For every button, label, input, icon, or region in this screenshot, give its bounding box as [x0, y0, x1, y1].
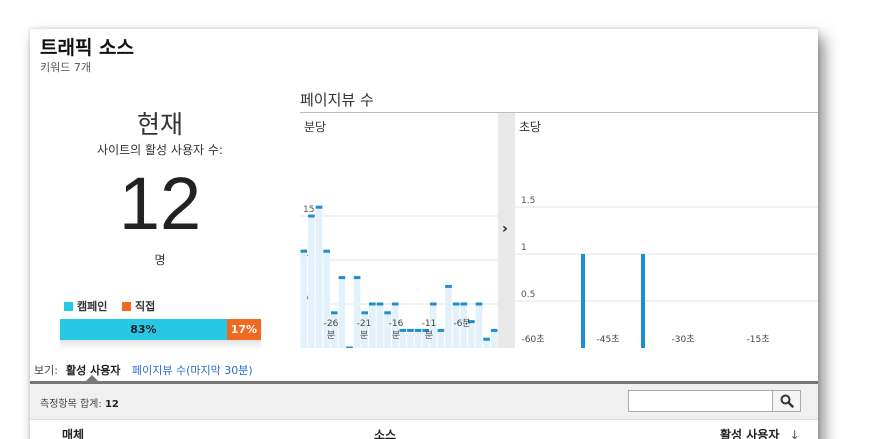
- minute-bar: [399, 328, 407, 332]
- minute-bar: [445, 284, 452, 288]
- column-header-medium[interactable]: 매체: [62, 426, 84, 439]
- metric-summary-bar: 측정항목 합계: 12: [30, 384, 818, 420]
- now-label: 현재: [136, 110, 183, 139]
- minute-bar: [490, 328, 498, 332]
- minute-bar: [323, 249, 330, 253]
- active-users-count: 12: [118, 162, 202, 245]
- minute-bar: [353, 276, 361, 280]
- minute-bar-fill: [308, 216, 315, 348]
- pageviews-title: 페이지뷰 수: [300, 91, 374, 109]
- source-share-bar: 83% 17%: [60, 319, 261, 340]
- column-header-active-users-label: 활성 사용자: [720, 428, 780, 439]
- minute-x-tick: 분: [392, 330, 400, 341]
- minute-bar: [346, 346, 353, 348]
- minute-bar-fill: [338, 277, 346, 348]
- legend-direct: 직접: [122, 298, 155, 314]
- minute-bar: [429, 302, 437, 306]
- minute-bar: [308, 214, 315, 218]
- minute-bar-fill: [300, 251, 308, 348]
- second-bar: [581, 254, 585, 348]
- column-header-source[interactable]: 소스: [374, 426, 396, 439]
- traffic-sources-card: 트래픽 소스 키워드 7개 현재 사이트의 활성 사용자 수: 12 명 캠페인…: [30, 29, 818, 439]
- legend-swatch-campaign: [64, 301, 73, 311]
- page-title: 트래픽 소스: [40, 37, 135, 59]
- minute-bar-fill: [475, 304, 483, 348]
- metric-total-label: 측정항목 합계:: [40, 399, 102, 410]
- minute-bar: [369, 302, 376, 306]
- minute-x-tick: 분: [360, 330, 368, 341]
- legend-campaign: 캠페인: [64, 298, 107, 314]
- column-header-active-users[interactable]: 활성 사용자 ↓: [720, 426, 800, 439]
- tab-pageviews[interactable]: 페이지뷰 수(마지막 30분): [132, 362, 253, 378]
- minute-y-tick: 15: [303, 205, 314, 215]
- active-users-desc: 사이트의 활성 사용자 수:: [97, 143, 223, 157]
- second-x-tick: -60초: [522, 334, 545, 345]
- minute-x-tick: 분: [425, 330, 433, 341]
- minute-bar: [437, 328, 445, 332]
- legend-label-campaign: 캠페인: [77, 300, 108, 313]
- minute-bar: [338, 276, 346, 280]
- search-input[interactable]: [628, 390, 773, 412]
- minute-bar: [300, 249, 308, 253]
- minute-x-tick: -6분: [453, 318, 470, 329]
- per-second-chart-panel: 초당 1.5 1 0.5 -60초 -45초 -30초 -15초: [515, 113, 818, 348]
- minute-bar: [414, 328, 422, 332]
- minute-bar-fill: [490, 330, 498, 348]
- minute-bar-fill: [315, 207, 323, 348]
- minute-bar: [391, 302, 399, 306]
- second-x-tick: -30초: [672, 334, 695, 345]
- minute-x-tick: -26: [324, 319, 339, 329]
- minute-bar-fill: [399, 330, 407, 348]
- chevron-right-icon[interactable]: ›: [502, 221, 508, 237]
- minute-bar-fill: [414, 330, 422, 348]
- metric-total-value: 12: [104, 399, 119, 410]
- per-second-chart: 1.5 1 0.5 -60초 -45초 -30초 -15초: [515, 196, 818, 348]
- minute-bar: [407, 328, 414, 332]
- arrow-down-icon: ↓: [789, 428, 800, 439]
- share-segment-campaign[interactable]: 83%: [60, 319, 227, 340]
- count-unit: 명: [154, 253, 166, 267]
- second-x-tick: -15초: [747, 334, 770, 345]
- second-y-tick: 0.5: [521, 290, 535, 300]
- per-minute-chart-panel: 분당 15105-26분-21분-16분-11분-6분: [300, 113, 498, 348]
- second-y-tick: 1.5: [521, 196, 535, 206]
- second-bar: [641, 254, 645, 348]
- per-minute-chart: 15105-26분-21분-16분-11분-6분: [300, 205, 498, 348]
- minute-x-tick: -21: [357, 319, 372, 329]
- share-segment-direct[interactable]: 17%: [226, 319, 261, 340]
- minute-bar: [330, 311, 338, 315]
- minute-bar: [361, 311, 369, 315]
- minute-bar-fill: [437, 330, 445, 348]
- minute-x-tick: -16: [389, 319, 404, 329]
- minute-bar: [384, 311, 391, 315]
- legend-label-direct: 직접: [135, 300, 156, 313]
- minute-bar-fill: [445, 286, 452, 348]
- minute-bar: [376, 302, 384, 306]
- second-x-tick: -45초: [597, 334, 620, 345]
- minute-bar-fill: [407, 330, 414, 348]
- minute-bar: [452, 302, 460, 306]
- minute-x-tick: 분: [327, 330, 335, 341]
- minute-bar: [483, 337, 490, 341]
- second-y-tick: 1: [521, 243, 527, 253]
- share-bar-reflection: [60, 340, 261, 350]
- search-icon: [780, 394, 794, 408]
- minute-bar: [475, 302, 483, 306]
- legend-swatch-direct: [122, 301, 131, 311]
- keyword-count: 키워드 7개: [40, 61, 91, 74]
- minute-bar: [460, 302, 468, 306]
- metric-total: 측정항목 합계: 12: [40, 395, 119, 410]
- minute-bar: [315, 205, 323, 209]
- search-button[interactable]: [773, 390, 801, 412]
- minute-x-tick: -11: [422, 319, 437, 329]
- minute-bar-fill: [376, 304, 384, 348]
- view-label: 보기:: [34, 364, 58, 377]
